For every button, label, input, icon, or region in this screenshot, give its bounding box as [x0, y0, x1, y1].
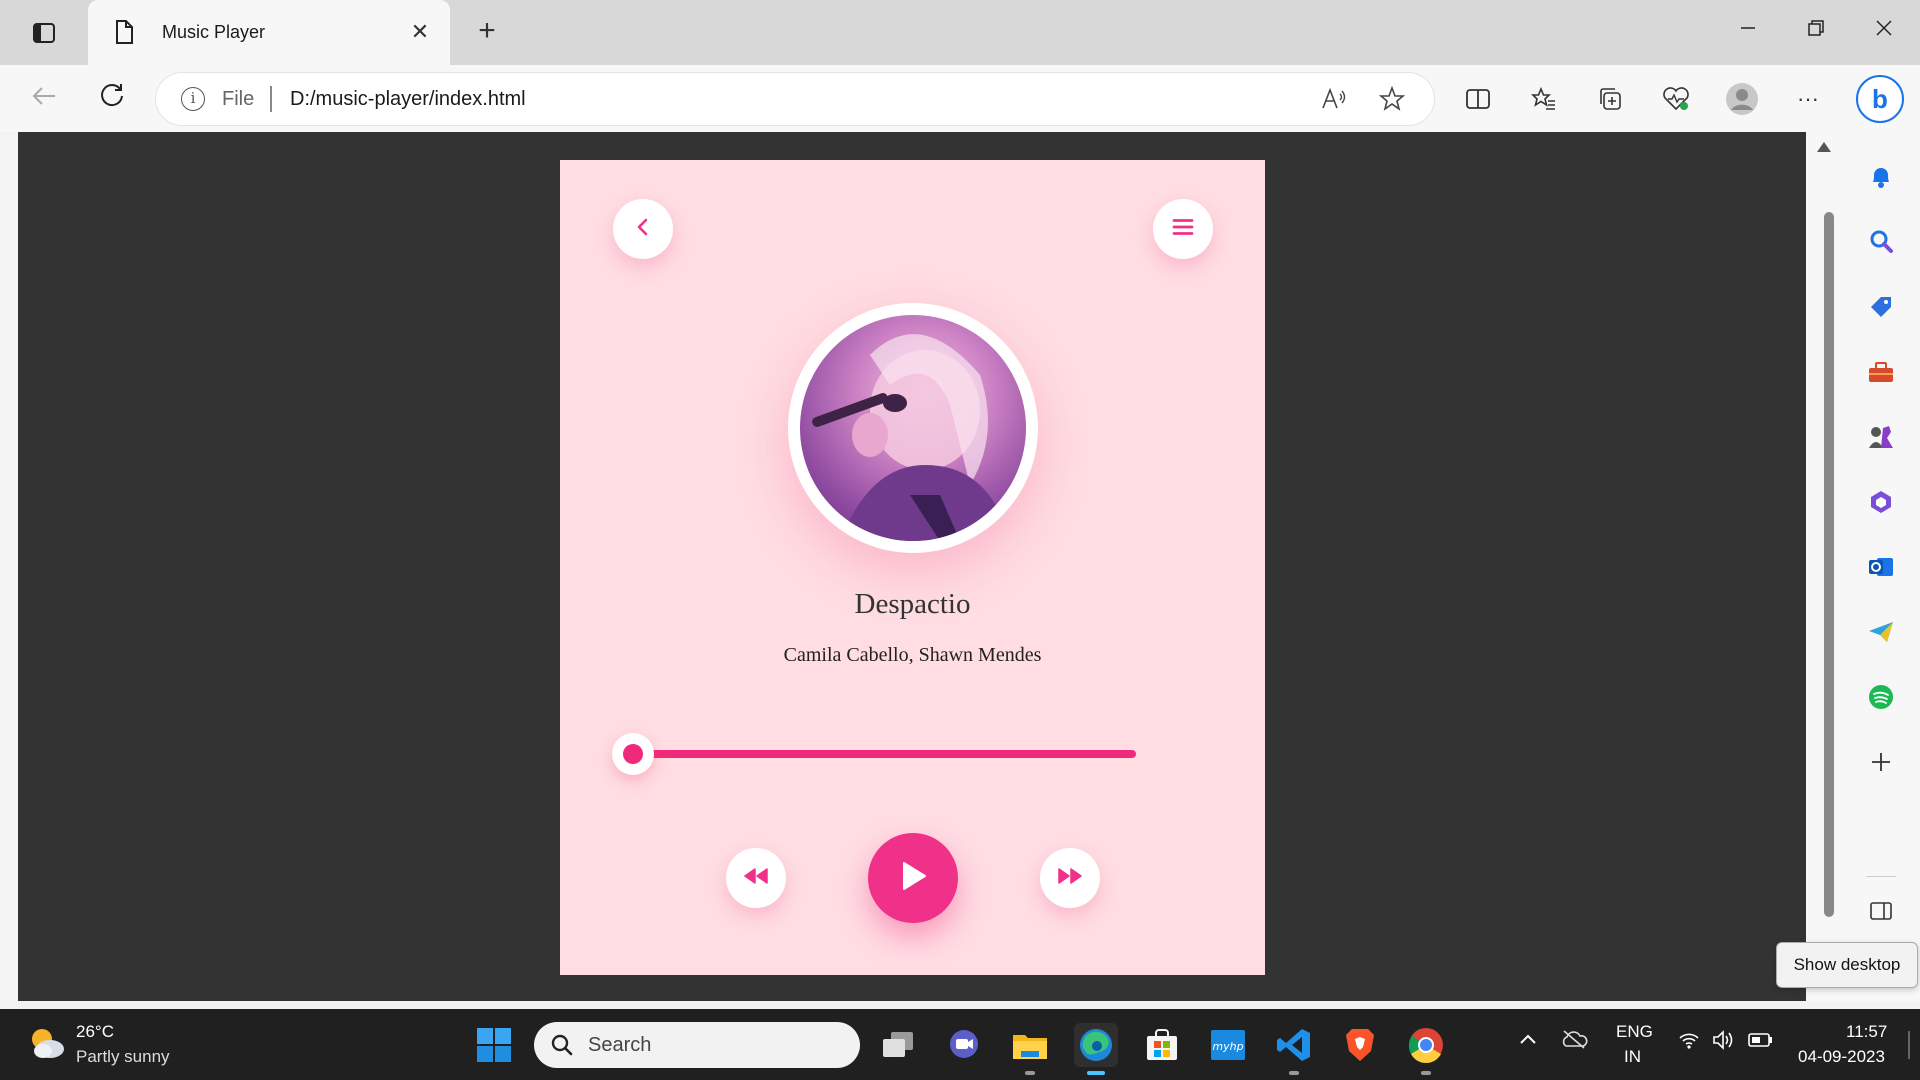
weather-temperature[interactable]: 26°C: [76, 1022, 114, 1042]
myhp-icon[interactable]: myhp: [1206, 1023, 1250, 1067]
progress-thumb-dot: [623, 744, 643, 764]
wifi-icon[interactable]: [1678, 1031, 1700, 1054]
browser-tab-music-player[interactable]: Music Player ✕: [88, 0, 450, 66]
add-icon[interactable]: [1866, 747, 1896, 777]
telegram-icon[interactable]: [1866, 617, 1896, 647]
windows-taskbar: 26°C Partly sunny Search myhp ENG IN 11:…: [0, 1009, 1920, 1080]
album-art-frame: [788, 303, 1038, 553]
taskbar-search[interactable]: Search: [534, 1022, 860, 1068]
scrollbar-thumb[interactable]: [1824, 212, 1834, 917]
music-player-card: Despactio Camila Cabello, Shawn Mendes: [560, 160, 1265, 975]
rewind-icon: [743, 866, 769, 891]
running-indicator: [1289, 1071, 1299, 1075]
running-indicator: [1421, 1071, 1431, 1075]
onedrive-icon[interactable]: [1560, 1029, 1588, 1054]
more-options-icon[interactable]: ···: [1788, 79, 1828, 119]
language-line1[interactable]: ENG: [1616, 1022, 1653, 1042]
search-icon[interactable]: [1866, 226, 1896, 256]
play-button[interactable]: [868, 833, 958, 923]
bell-icon[interactable]: [1866, 162, 1896, 192]
show-desktop-tooltip: Show desktop: [1776, 942, 1918, 988]
search-icon: [550, 1033, 574, 1062]
running-indicator: [1025, 1071, 1035, 1075]
task-view-icon[interactable]: [876, 1023, 920, 1067]
favorite-star-icon[interactable]: [1372, 79, 1412, 119]
tab-title: Music Player: [162, 22, 266, 42]
weather-description[interactable]: Partly sunny: [76, 1047, 170, 1067]
browser-essentials-icon[interactable]: [1656, 79, 1696, 119]
teams-chat-icon[interactable]: [942, 1023, 986, 1067]
chevron-left-icon: [635, 218, 651, 241]
site-info-icon[interactable]: i: [181, 87, 205, 111]
edge-browser-icon[interactable]: [1074, 1023, 1118, 1075]
scroll-up-arrow-icon[interactable]: [1817, 142, 1831, 152]
language-line2[interactable]: IN: [1624, 1047, 1641, 1067]
browser-title-bar: Music Player ✕ +: [0, 0, 1920, 66]
close-window-icon[interactable]: [1862, 14, 1906, 50]
office-icon[interactable]: [1866, 487, 1896, 517]
next-button[interactable]: [1040, 848, 1100, 908]
read-aloud-icon[interactable]: [1314, 79, 1354, 119]
clock-time[interactable]: 11:57: [1846, 1022, 1887, 1042]
tab-actions-icon[interactable]: [26, 18, 64, 48]
brave-browser-icon[interactable]: [1338, 1023, 1382, 1067]
close-tab-icon[interactable]: ✕: [406, 18, 434, 46]
song-artist: Camila Cabello, Shawn Mendes: [783, 644, 1042, 666]
hamburger-menu-icon: [1172, 218, 1194, 241]
volume-icon[interactable]: [1712, 1029, 1736, 1056]
vscode-icon[interactable]: [1272, 1023, 1316, 1075]
new-tab-button[interactable]: +: [470, 16, 504, 50]
spotify-icon[interactable]: [1866, 682, 1896, 712]
url-scheme: File: [222, 88, 255, 110]
games-icon[interactable]: [1866, 422, 1896, 452]
page-icon: [114, 20, 134, 49]
outlook-icon[interactable]: [1866, 552, 1896, 582]
clock-date[interactable]: 04-09-2023: [1798, 1047, 1885, 1067]
show-desktop-button[interactable]: [1908, 1031, 1910, 1059]
fast-forward-icon: [1057, 866, 1083, 891]
refresh-icon[interactable]: [92, 81, 132, 117]
microsoft-store-icon[interactable]: [1140, 1023, 1184, 1067]
tools-icon[interactable]: [1866, 357, 1896, 387]
favorites-icon[interactable]: [1524, 79, 1564, 119]
active-indicator: [1087, 1071, 1105, 1075]
address-bar-row: i File D:/music-player/index.html ···: [0, 65, 1920, 132]
file-explorer-icon[interactable]: [1008, 1023, 1052, 1075]
collections-icon[interactable]: [1590, 79, 1630, 119]
url-text[interactable]: D:/music-player/index.html: [290, 88, 526, 111]
play-icon: [898, 860, 928, 897]
previous-button[interactable]: [726, 848, 786, 908]
partly-sunny-icon[interactable]: [26, 1023, 66, 1063]
edge-sidebar: b: [1842, 65, 1920, 1001]
back-button[interactable]: [613, 199, 673, 259]
chrome-icon[interactable]: [1404, 1023, 1448, 1075]
profile-avatar[interactable]: [1722, 79, 1762, 119]
sidebar-divider: [1866, 876, 1896, 877]
windows-start-icon[interactable]: [476, 1027, 512, 1063]
song-title: Despactio: [854, 588, 971, 620]
minimize-icon[interactable]: [1726, 14, 1770, 50]
bing-copilot-icon[interactable]: b: [1856, 75, 1904, 123]
hide-sidebar-icon[interactable]: [1866, 896, 1896, 926]
search-label: Search: [588, 1034, 652, 1056]
progress-track[interactable]: [636, 750, 1136, 758]
shopping-tag-icon[interactable]: [1866, 292, 1896, 322]
back-icon[interactable]: [24, 81, 64, 117]
page-scrollbar[interactable]: [1806, 132, 1842, 1001]
album-art-image: [800, 315, 1026, 541]
split-screen-icon[interactable]: [1458, 79, 1498, 119]
address-bar[interactable]: i File D:/music-player/index.html: [156, 73, 1434, 125]
url-separator: [270, 86, 272, 112]
svg-text:myhp: myhp: [1212, 1040, 1243, 1053]
battery-icon[interactable]: [1748, 1031, 1774, 1054]
menu-button[interactable]: [1153, 199, 1213, 259]
progress-slider-thumb[interactable]: [612, 733, 654, 775]
show-hidden-icons-chevron-icon[interactable]: [1518, 1031, 1538, 1052]
restore-icon[interactable]: [1794, 14, 1838, 50]
